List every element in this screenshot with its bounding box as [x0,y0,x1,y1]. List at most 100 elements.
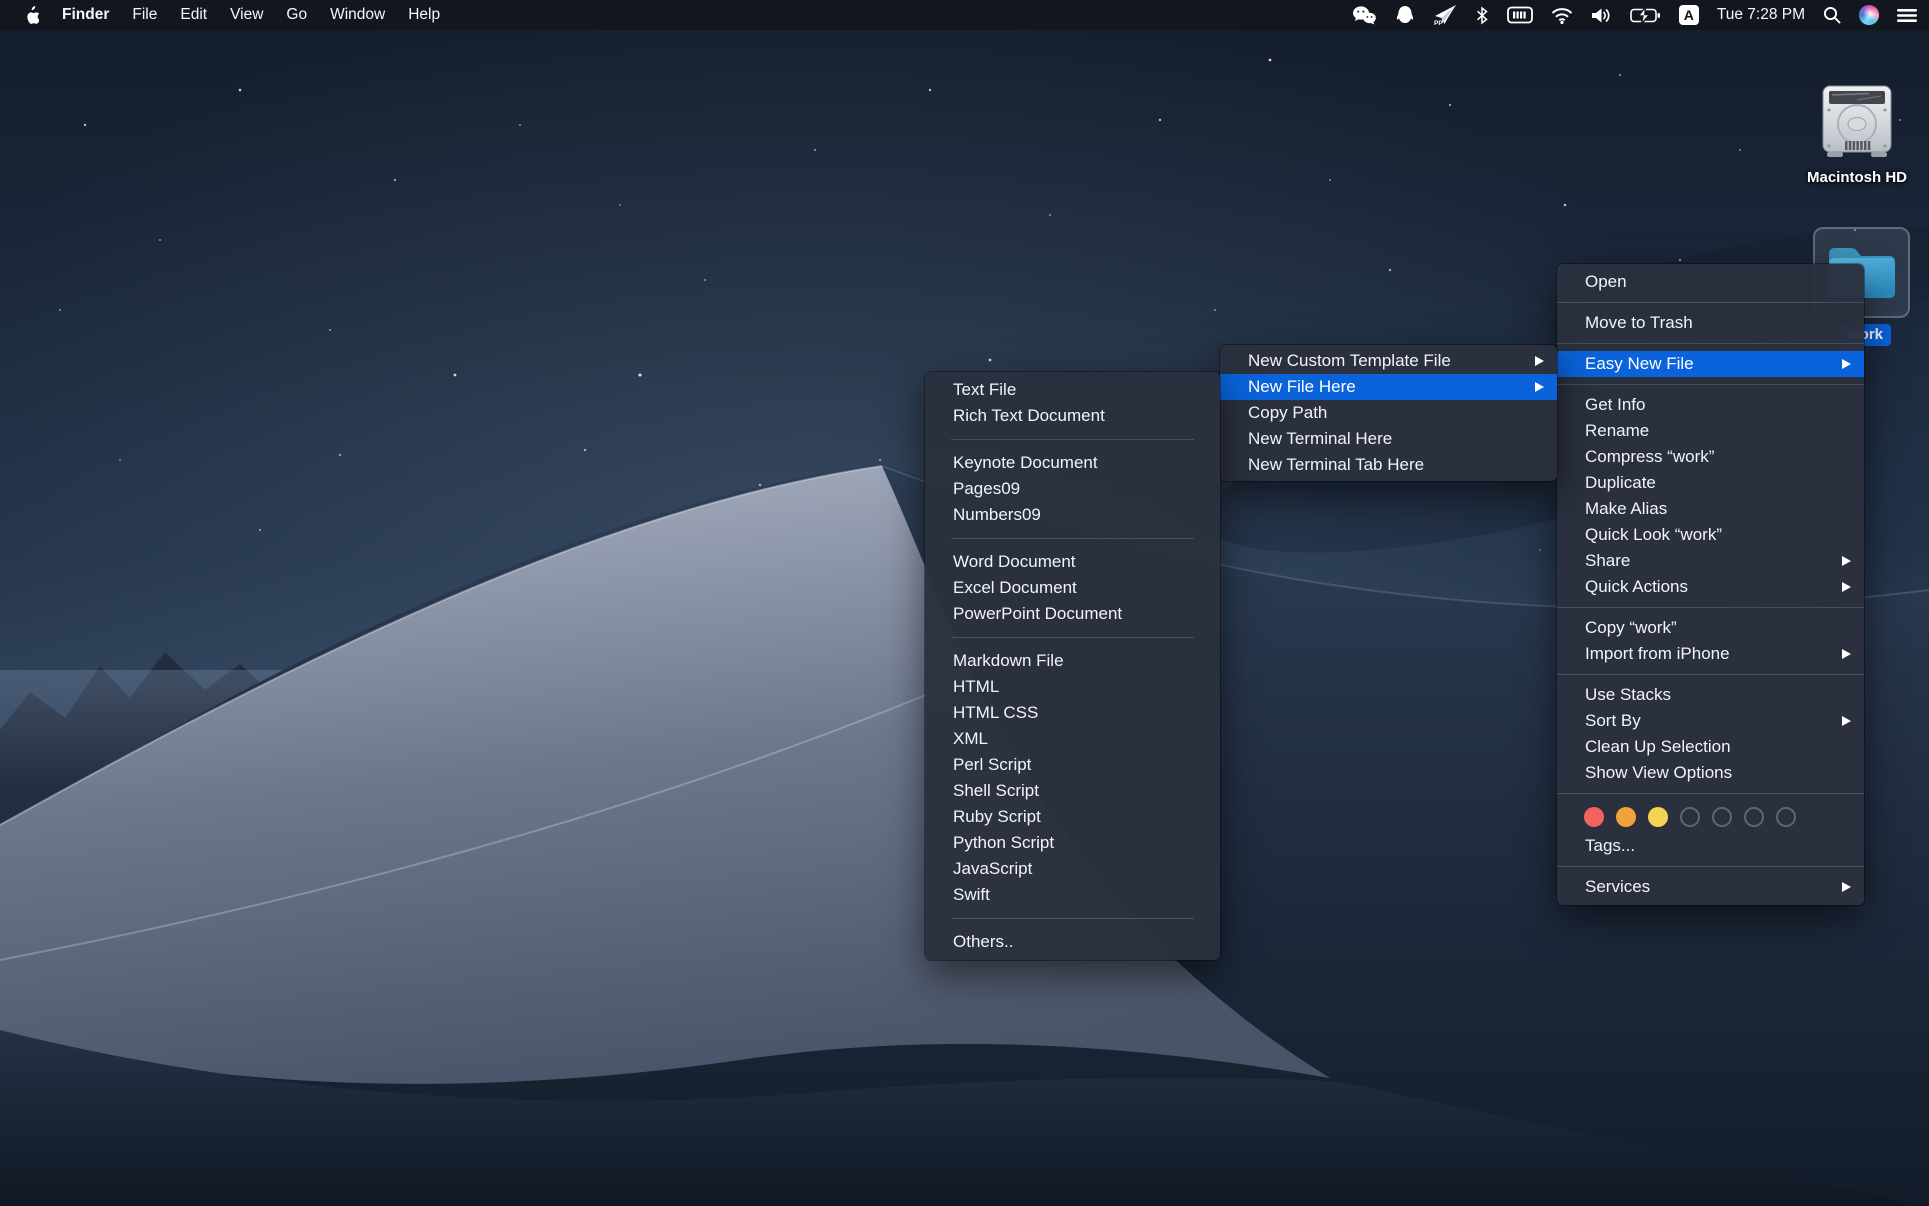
menu-item-make-alias[interactable]: Make Alias [1557,496,1864,522]
menu-item-python-script[interactable]: Python Script [925,830,1220,856]
menu-item-word-document[interactable]: Word Document [925,549,1220,575]
easy-new-file-submenu: New Custom Template File New File Here C… [1220,345,1557,481]
volume-icon[interactable] [1591,0,1612,30]
menu-item-numbers09[interactable]: Numbers09 [925,502,1220,528]
tag-empty[interactable] [1712,807,1732,827]
volume-label: Macintosh HD [1787,169,1927,186]
menu-separator [1557,866,1864,867]
menu-item-others[interactable]: Others.. [925,929,1220,955]
menu-item-swift[interactable]: Swift [925,882,1220,908]
menu-item-copy-path[interactable]: Copy Path [1220,400,1557,426]
apple-menu[interactable] [24,0,39,30]
menu-item-javascript[interactable]: JavaScript [925,856,1220,882]
menu-item-ruby-script[interactable]: Ruby Script [925,804,1220,830]
submenu-arrow-icon [1535,382,1544,392]
menu-item-share[interactable]: Share [1557,548,1864,574]
menu-item-html[interactable]: HTML [925,674,1220,700]
menu-item-sort-by[interactable]: Sort By [1557,708,1864,734]
svg-text:PP: PP [1434,20,1443,26]
desktop-icon-macintosh-hd[interactable]: Macintosh HD [1787,84,1927,186]
menu-item-new-file-here[interactable]: New File Here [1220,374,1557,400]
menubar-item-help[interactable]: Help [408,6,440,24]
submenu-arrow-icon [1842,359,1851,369]
menu-item-quick-actions[interactable]: Quick Actions [1557,574,1864,600]
menubar-item-view[interactable]: View [230,6,263,24]
menubar-item-file[interactable]: File [132,6,157,24]
menu-item-shell-script[interactable]: Shell Script [925,778,1220,804]
submenu-arrow-icon [1842,649,1851,659]
menu-item-duplicate[interactable]: Duplicate [1557,470,1864,496]
menu-item-html-css[interactable]: HTML CSS [925,700,1220,726]
tag-orange[interactable] [1616,807,1636,827]
menu-item-get-info[interactable]: Get Info [1557,392,1864,418]
list-icon[interactable] [1897,0,1917,30]
wechat-icon[interactable] [1352,0,1377,30]
apple-icon [24,6,39,24]
menu-separator [1557,384,1864,385]
hard-drive-icon [1817,84,1897,160]
menu-separator [951,637,1194,638]
submenu-arrow-icon [1842,582,1851,592]
tag-empty[interactable] [1776,807,1796,827]
paperplane-icon[interactable]: PP [1433,0,1457,30]
menu-item-compress[interactable]: Compress “work” [1557,444,1864,470]
menu-item-use-stacks[interactable]: Use Stacks [1557,682,1864,708]
menu-separator [1557,793,1864,794]
battery-charging-icon[interactable] [1630,0,1661,30]
submenu-arrow-icon [1842,716,1851,726]
qq-icon[interactable] [1395,0,1415,30]
menu-item-tags[interactable]: Tags... [1557,833,1864,859]
menu-item-xml[interactable]: XML [925,726,1220,752]
menu-item-copy[interactable]: Copy “work” [1557,615,1864,641]
menu-separator [1557,674,1864,675]
menu-item-clean-up-selection[interactable]: Clean Up Selection [1557,734,1864,760]
menu-item-markdown-file[interactable]: Markdown File [925,648,1220,674]
menu-item-move-to-trash[interactable]: Move to Trash [1557,310,1864,336]
bluetooth-icon[interactable] [1475,0,1489,30]
menu-item-rich-text-document[interactable]: Rich Text Document [925,403,1220,429]
submenu-arrow-icon [1842,882,1851,892]
keyboard-icon[interactable] [1507,0,1533,30]
menu-separator [1557,343,1864,344]
menubar-item-go[interactable]: Go [286,6,307,24]
menu-item-new-terminal-here[interactable]: New Terminal Here [1220,426,1557,452]
tag-color-row [1557,801,1864,833]
menubar-item-window[interactable]: Window [330,6,385,24]
submenu-arrow-icon [1842,556,1851,566]
menubar-clock[interactable]: Tue 7:28 PM [1717,6,1805,24]
menu-item-pages09[interactable]: Pages09 [925,476,1220,502]
menu-item-easy-new-file[interactable]: Easy New File [1557,351,1864,377]
search-icon[interactable] [1823,0,1841,30]
menu-item-open[interactable]: Open [1557,269,1864,295]
menu-item-new-custom-template-file[interactable]: New Custom Template File [1220,348,1557,374]
input-source-a[interactable]: A [1679,0,1699,30]
menu-bar: Finder File Edit View Go Window Help [0,0,1929,30]
menu-item-text-file[interactable]: Text File [925,377,1220,403]
menu-item-perl-script[interactable]: Perl Script [925,752,1220,778]
new-file-type-submenu: Text File Rich Text Document Keynote Doc… [925,372,1220,960]
menu-item-quick-look[interactable]: Quick Look “work” [1557,522,1864,548]
menu-item-services[interactable]: Services [1557,874,1864,900]
siri-icon[interactable] [1859,0,1879,30]
menu-item-powerpoint-document[interactable]: PowerPoint Document [925,601,1220,627]
menubar-item-edit[interactable]: Edit [180,6,207,24]
tag-empty[interactable] [1744,807,1764,827]
submenu-arrow-icon [1535,356,1544,366]
menu-item-excel-document[interactable]: Excel Document [925,575,1220,601]
context-menu: Open Move to Trash Easy New File Get Inf… [1557,264,1864,905]
tag-yellow[interactable] [1648,807,1668,827]
menu-separator [951,918,1194,919]
menu-separator [951,538,1194,539]
menu-separator [951,439,1194,440]
menu-item-import-from-iphone[interactable]: Import from iPhone [1557,641,1864,667]
menubar-app-name[interactable]: Finder [62,6,109,24]
tag-empty[interactable] [1680,807,1700,827]
menu-item-keynote-document[interactable]: Keynote Document [925,450,1220,476]
menu-separator [1557,607,1864,608]
menu-item-show-view-options[interactable]: Show View Options [1557,760,1864,786]
tag-red[interactable] [1584,807,1604,827]
menu-separator [1557,302,1864,303]
menu-item-new-terminal-tab-here[interactable]: New Terminal Tab Here [1220,452,1557,478]
menu-item-rename[interactable]: Rename [1557,418,1864,444]
wifi-icon[interactable] [1551,0,1573,30]
